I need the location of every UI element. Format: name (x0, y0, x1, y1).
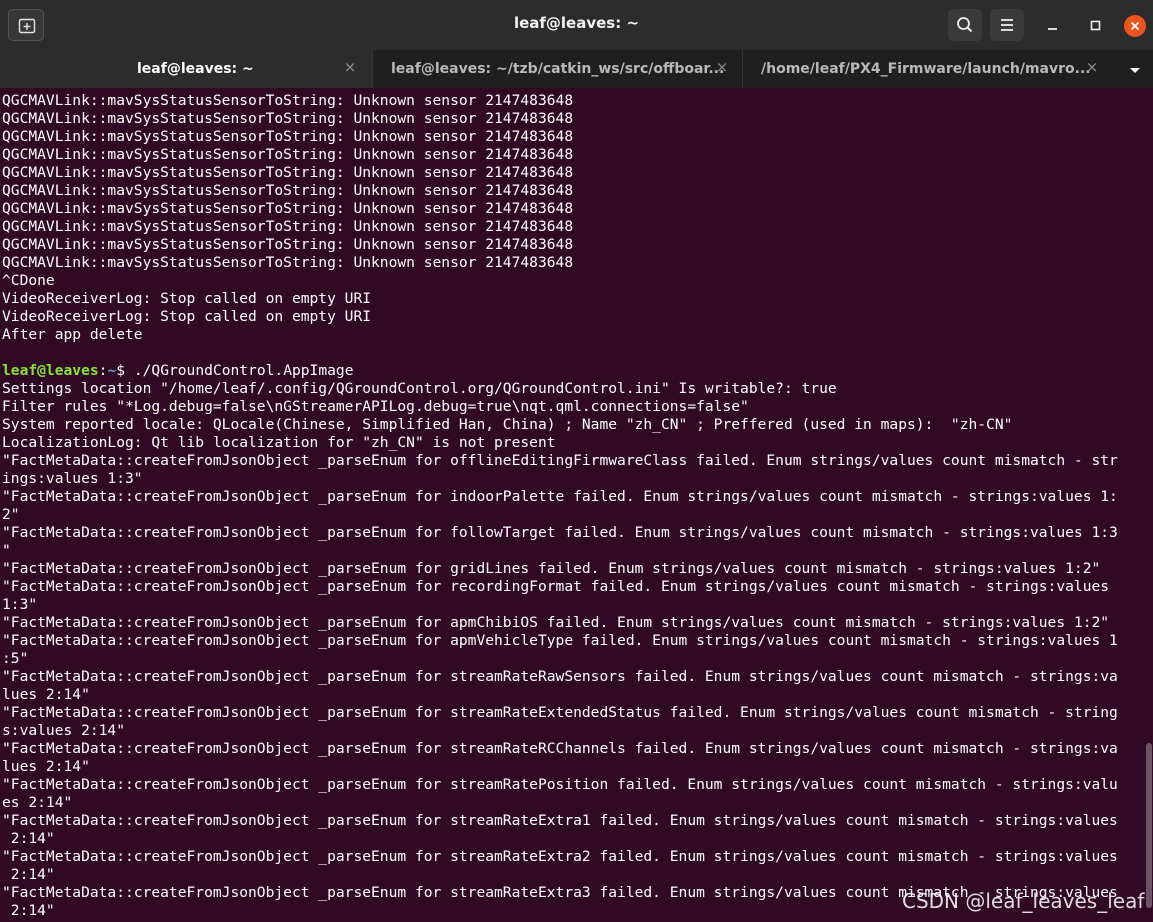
terminal-line: QGCMAVLink::mavSysStatusSensorToString: … (2, 146, 574, 163)
terminal-line: "FactMetaData::createFromJsonObject _par… (2, 488, 1118, 505)
terminal-line: :5" (2, 650, 29, 667)
terminal-text: QGCMAVLink::mavSysStatusSensorToString: … (2, 92, 1118, 920)
terminal-line: QGCMAVLink::mavSysStatusSensorToString: … (2, 200, 574, 217)
terminal-line: LocalizationLog: Qt lib localization for… (2, 434, 556, 451)
tab-close-icon[interactable]: × (714, 59, 730, 75)
terminal-line: QGCMAVLink::mavSysStatusSensorToString: … (2, 182, 574, 199)
terminal-line: "FactMetaData::createFromJsonObject _par… (2, 578, 1110, 595)
tab-mavros[interactable]: /home/leaf/PX4_Firmware/launch/mavro... … (742, 50, 1112, 88)
terminal-line: "FactMetaData::createFromJsonObject _par… (2, 848, 1118, 865)
terminal-line: "FactMetaData::createFromJsonObject _par… (2, 524, 1118, 541)
prompt-line: leaf@leaves:~$ ./QGroundControl.AppImage (2, 362, 1118, 380)
terminal-line: System reported locale: QLocale(Chinese,… (2, 416, 1013, 433)
tab-home[interactable]: leaf@leaves: ~ × (0, 50, 372, 88)
tab-label: leaf@leaves: ~ (137, 61, 254, 77)
maximize-icon (1090, 20, 1101, 31)
menu-button[interactable] (990, 9, 1024, 41)
tab-bar: leaf@leaves: ~ × leaf@leaves: ~/tzb/catk… (0, 50, 1153, 88)
terminal-line: "FactMetaData::createFromJsonObject _par… (2, 632, 1118, 649)
terminal-line: "FactMetaData::createFromJsonObject _par… (2, 776, 1118, 793)
terminal-line: lues 2:14" (2, 758, 90, 775)
terminal-output[interactable]: QGCMAVLink::mavSysStatusSensorToString: … (0, 88, 1153, 922)
terminal-line: QGCMAVLink::mavSysStatusSensorToString: … (2, 254, 574, 271)
terminal-line: QGCMAVLink::mavSysStatusSensorToString: … (2, 218, 574, 235)
terminal-line: 2" (2, 506, 20, 523)
title-bar: leaf@leaves: ~ (0, 0, 1153, 50)
search-button[interactable] (948, 9, 982, 41)
search-icon (957, 17, 973, 33)
terminal-line: After app delete (2, 326, 143, 343)
terminal-line: 2:14" (2, 830, 55, 847)
terminal-line: "FactMetaData::createFromJsonObject _par… (2, 740, 1118, 757)
prompt-symbol: $ (116, 362, 126, 379)
tab-offboard[interactable]: leaf@leaves: ~/tzb/catkin_ws/src/offboar… (372, 50, 742, 88)
terminal-line: VideoReceiverLog: Stop called on empty U… (2, 308, 372, 325)
prompt-user: leaf@leaves (2, 362, 99, 379)
close-button[interactable] (1120, 9, 1153, 41)
scrollbar[interactable] (1146, 743, 1152, 908)
tab-close-icon[interactable]: × (1084, 59, 1100, 75)
hamburger-menu-icon (1001, 19, 1013, 31)
minimize-icon (1048, 28, 1057, 30)
terminal-line: es 2:14" (2, 794, 73, 811)
maximize-button[interactable] (1078, 9, 1112, 41)
terminal-line: QGCMAVLink::mavSysStatusSensorToString: … (2, 236, 574, 253)
prompt-path: ~ (107, 362, 117, 379)
terminal-line: ^CDone (2, 272, 55, 289)
terminal-line: QGCMAVLink::mavSysStatusSensorToString: … (2, 128, 574, 145)
terminal-line: "FactMetaData::createFromJsonObject _par… (2, 614, 1110, 631)
tab-label: leaf@leaves: ~/tzb/catkin_ws/src/offboar… (391, 61, 725, 77)
minimize-button[interactable] (1036, 9, 1070, 41)
terminal-line: "FactMetaData::createFromJsonObject _par… (2, 452, 1118, 469)
close-icon (1130, 21, 1140, 31)
terminal-line: QGCMAVLink::mavSysStatusSensorToString: … (2, 110, 574, 127)
terminal-line: "FactMetaData::createFromJsonObject _par… (2, 704, 1118, 721)
terminal-line: QGCMAVLink::mavSysStatusSensorToString: … (2, 92, 574, 109)
terminal-line: QGCMAVLink::mavSysStatusSensorToString: … (2, 164, 574, 181)
tabs-dropdown-button[interactable] (1124, 60, 1144, 80)
terminal-line: Filter rules "*Log.debug=false\nGStreame… (2, 398, 749, 415)
prompt-command: ./QGroundControl.AppImage (125, 362, 354, 379)
terminal-line: s:values 2:14" (2, 722, 126, 739)
watermark: CSDN @leaf_leaves_leaf (902, 889, 1145, 913)
terminal-line: "FactMetaData::createFromJsonObject _par… (2, 812, 1118, 829)
chevron-down-icon (1130, 68, 1140, 73)
terminal-line: 2:14" (2, 866, 55, 883)
terminal-line: VideoReceiverLog: Stop called on empty U… (2, 290, 372, 307)
terminal-line: Settings location "/home/leaf/.config/QG… (2, 380, 837, 397)
terminal-line: ings:values 1:3" (2, 470, 143, 487)
terminal-line: "FactMetaData::createFromJsonObject _par… (2, 560, 1101, 577)
terminal-line: "FactMetaData::createFromJsonObject _par… (2, 668, 1118, 685)
tab-close-icon[interactable]: × (342, 59, 358, 75)
terminal-line: lues 2:14" (2, 686, 90, 703)
tab-label: /home/leaf/PX4_Firmware/launch/mavro... (761, 61, 1091, 77)
terminal-line: 1:3" (2, 596, 38, 613)
terminal-line: " (2, 542, 11, 559)
